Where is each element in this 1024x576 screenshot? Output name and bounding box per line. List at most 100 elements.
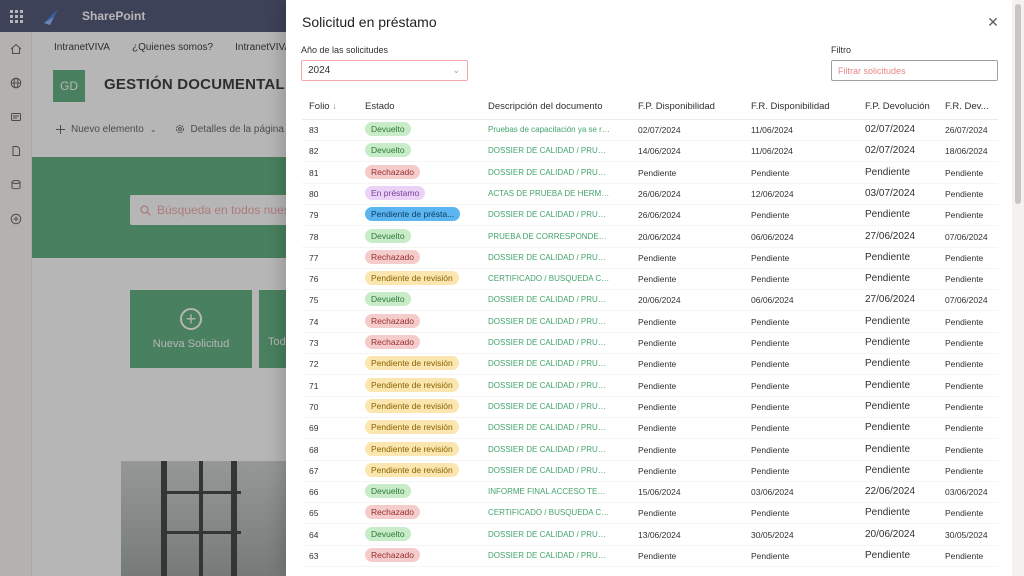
cell-estado: Pendiente de revisión [365,377,459,394]
table-row[interactable]: 63 Rechazado DOSSIER DE CALIDAD / PRUEBA..… [302,546,998,567]
table-row[interactable]: 69 Pendiente de revisión DOSSIER DE CALIDA… [302,418,998,440]
column-header-fr-devolucion[interactable]: F.R. Dev... [945,101,989,112]
cell-fr-disponibilidad: 11/06/2024 [751,146,793,157]
cell-fr-disponibilidad: Pendiente [751,167,790,178]
cell-fr-disponibilidad: Pendiente [751,551,790,561]
table-row[interactable]: 67 Pendiente de revisión DOSSIER DE CALIDA… [302,461,998,482]
cell-descripcion[interactable]: DOSSIER DE CALIDAD / PRUEBA... [488,168,610,177]
column-header-fp-disponibilidad[interactable]: F.P. Disponibilidad [638,101,715,112]
cell-fr-disponibilidad: Pendiente [751,252,790,263]
cell-estado: Pendiente de revisión [365,441,459,458]
table-row[interactable]: 80 En préstamo ACTAS DE PRUEBA DE HERMETI.… [302,184,998,205]
column-header-folio[interactable]: Folio ↓ [309,101,337,112]
cell-fp-devolucion: Pendiente [865,400,911,412]
table-row[interactable]: 83 Devuelto Pruebas de capacitación ya se … [302,120,998,141]
table-row[interactable]: 65 Rechazado CERTIFICADO / BUSQUEDA CAT...… [302,503,998,525]
table-row[interactable]: 72 Pendiente de revisión DOSSIER DE CALIDA… [302,354,998,376]
cell-fp-disponibilidad: Pendiente [638,167,677,178]
year-value: 2024 [308,65,331,76]
cell-fp-disponibilidad: 26/06/2024 [638,188,681,199]
cell-descripcion[interactable]: DOSSIER DE CALIDAD / PRUEBA... [488,146,610,155]
close-icon[interactable]: ✕ [985,14,1001,30]
status-badge: Pendiente de revisión [365,271,459,286]
table-row[interactable]: 75 Devuelto DOSSIER DE CALIDAD / PRUEBA...… [302,290,998,312]
cell-estado: Pendiente de revisión [365,271,459,287]
table-row[interactable]: 66 Devuelto INFORME FINAL ACCESO TEMP... 15… [302,482,998,504]
table-row[interactable]: 78 Devuelto PRUEBA DE CORRESPONDENCIA 20/06… [302,227,998,248]
status-badge: Rechazado [365,313,421,328]
cell-descripcion[interactable]: CERTIFICADO / BUSQUEDA CAT... [488,508,610,517]
loan-request-panel: Solicitud en préstamo ✕ Año de las solic… [286,0,1024,576]
cell-descripcion[interactable]: DOSSIER DE CALIDAD / PRUEBA... [488,530,610,539]
cell-descripcion[interactable]: DOSSIER DE CALIDAD / PRUEBA... [488,338,610,347]
table-row[interactable]: 64 Devuelto DOSSIER DE CALIDAD / PRUEBA...… [302,525,998,546]
table-row[interactable]: 76 Pendiente de revisión CERTIFICADO / BUS… [302,269,998,291]
cell-folio: 80 [309,188,319,199]
cell-fp-disponibilidad: Pendiente [638,359,677,370]
cell-descripcion[interactable]: PRUEBA DE CORRESPONDENCIA [488,232,610,241]
year-dropdown[interactable]: 2024 ⌄ [301,60,468,81]
column-header-estado[interactable]: Estado [365,101,395,112]
table-header: Folio ↓ Estado Descripción del documento… [302,98,998,120]
cell-fr-disponibilidad: Pendiente [751,508,790,519]
cell-folio: 70 [309,401,319,412]
filter-input[interactable]: Filtrar solicitudes [831,60,998,81]
cell-fr-disponibilidad: Pendiente [751,423,790,434]
table-row[interactable]: 82 Devuelto DOSSIER DE CALIDAD / PRUEBA...… [302,141,998,163]
cell-fr-devolucion: 07/06/2024 [945,231,988,242]
cell-estado: Rechazado [365,249,421,266]
cell-estado: Pendiente de revisión [365,462,459,479]
cell-folio: 78 [309,231,319,242]
status-badge: Devuelto [365,228,411,243]
table-row[interactable]: 74 Rechazado DOSSIER DE CALIDAD / PRUEBA..… [302,312,998,333]
cell-descripcion[interactable]: DOSSIER DE CALIDAD / PRUEBA... [488,466,610,475]
column-header-fp-devolucion[interactable]: F.P. Devolución [865,101,930,112]
cell-folio: 74 [309,316,319,327]
cell-fp-disponibilidad: Pendiente [638,508,677,519]
cell-estado: Devuelto [365,484,411,500]
cell-fr-devolucion: Pendiente [945,423,984,434]
table-row[interactable]: 77 Rechazado DOSSIER DE CALIDAD / PRUEBA..… [302,248,998,269]
cell-folio: 76 [309,274,319,285]
status-badge: Pendiente de revisión [365,420,459,435]
table-row[interactable]: 71 Pendiente de revisión DOSSIER DE CALIDA… [302,376,998,397]
cell-fr-devolucion: 26/07/2024 [945,125,988,135]
cell-fr-devolucion: Pendiente [945,401,984,412]
cell-estado: Devuelto [365,526,411,543]
cell-descripcion[interactable]: DOSSIER DE CALIDAD / PRUEBA... [488,317,610,326]
cell-descripcion[interactable]: DOSSIER DE CALIDAD / PRUEBA... [488,381,610,390]
cell-fp-disponibilidad: Pendiente [638,338,677,348]
cell-descripcion[interactable]: DOSSIER DE CALIDAD / PRUEBA... [488,551,610,560]
cell-descripcion[interactable]: DOSSIER DE CALIDAD / PRUEBA... [488,423,610,432]
cell-fr-devolucion: Pendiente [945,252,984,263]
status-badge: Pendiente de revisión [365,377,459,392]
cell-descripcion[interactable]: DOSSIER DE CALIDAD / PRUEBA... [488,359,610,368]
cell-fr-disponibilidad: 12/06/2024 [751,188,794,199]
table-row[interactable]: 73 Rechazado DOSSIER DE CALIDAD / PRUEBA..… [302,333,998,354]
column-header-descripcion[interactable]: Descripción del documento [488,101,603,112]
cell-estado: Pendiente de revisión [365,356,459,372]
status-badge: Pendiente de revisión [365,398,459,413]
cell-fr-disponibilidad: 06/06/2024 [751,295,794,306]
cell-descripcion[interactable]: DOSSIER DE CALIDAD / PRUEBA... [488,210,610,219]
table-row[interactable]: 68 Pendiente de revisión DOSSIER DE CALIDA… [302,440,998,461]
cell-descripcion[interactable]: DOSSIER DE CALIDAD / PRUEBA... [488,295,610,304]
panel-scrollbar[interactable] [1012,0,1024,576]
column-header-fr-disponibilidad[interactable]: F.R. Disponibilidad [751,101,830,112]
cell-descripcion[interactable]: CERTIFICADO / BUSQUEDA CAT... [488,274,610,283]
status-badge: Devuelto [365,143,411,158]
cell-descripcion[interactable]: DOSSIER DE CALIDAD / PRUEBA... [488,402,610,411]
cell-estado: Devuelto [365,228,411,245]
cell-fr-disponibilidad: Pendiente [751,444,790,455]
cell-descripcion[interactable]: DOSSIER DE CALIDAD / PRUEBA... [488,445,610,454]
cell-descripcion[interactable]: DOSSIER DE CALIDAD / PRUEBA... [488,253,610,262]
scrollbar-thumb[interactable] [1015,4,1021,204]
table-row[interactable]: 81 Rechazado DOSSIER DE CALIDAD / PRUEBA..… [302,163,998,184]
table-row[interactable]: 79 Pendiente de présta... DOSSIER DE CALID… [302,205,998,227]
cell-descripcion[interactable]: INFORME FINAL ACCESO TEMP... [488,487,610,496]
cell-folio: 75 [309,295,319,306]
cell-descripcion[interactable]: ACTAS DE PRUEBA DE HERMETI... [488,189,610,198]
cell-descripcion[interactable]: Pruebas de capacitación ya se re... [488,125,610,134]
table-row[interactable]: 70 Pendiente de revisión DOSSIER DE CALIDA… [302,397,998,418]
cell-fp-disponibilidad: Pendiente [638,401,677,412]
